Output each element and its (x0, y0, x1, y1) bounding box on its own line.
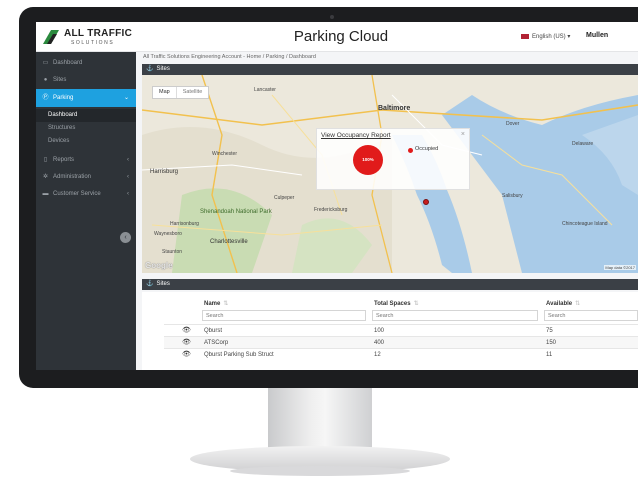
eye-icon[interactable]: 👁 (182, 349, 191, 361)
folder-icon: ▬ (42, 191, 49, 197)
sidebar-item-sites[interactable]: ● Sites (36, 72, 136, 89)
monitor-shadow (230, 466, 410, 476)
parking-icon: Ⓟ (42, 95, 49, 101)
map-label-winchester: Winchester (212, 151, 237, 157)
logo-subtitle: SOLUTIONS (71, 40, 115, 46)
gear-icon: ✲ (42, 174, 49, 180)
globe-icon: ● (43, 77, 48, 83)
sidebar-item-parking[interactable]: Ⓟ Parking ⌄ (36, 89, 136, 107)
cell-available: 11 (546, 352, 553, 358)
total-spaces-search-input[interactable] (372, 310, 538, 321)
sidebar-collapse-button[interactable]: ‹ (120, 232, 131, 243)
table-row[interactable]: 👁 ATSCorp 400 150 (164, 336, 638, 348)
available-search-input[interactable] (544, 310, 638, 321)
cell-total-spaces: 12 (374, 352, 381, 358)
occupied-legend-dot (408, 148, 413, 153)
map-label-staunton: Staunton (162, 249, 182, 255)
occupancy-popup: View Occupancy Report × 100% Occupied (316, 128, 470, 190)
sidebar-item-label: Dashboard (53, 60, 83, 66)
map-type-toggle[interactable]: Map Satellite (152, 86, 210, 99)
top-bar: ALL TRAFFIC SOLUTIONS Parking Cloud Engl… (36, 22, 638, 52)
map-label-salisbury: Salisbury (502, 193, 523, 199)
map-label-charlottesville: Charlottesville (210, 239, 248, 245)
sort-icon: ⇅ (575, 301, 581, 307)
table-row[interactable]: 👁 Qburst 100 75 (164, 324, 638, 336)
map-view-button[interactable]: Map (153, 87, 176, 98)
map-panel-title: Sites (156, 66, 170, 72)
column-header-label: Total Spaces (374, 301, 411, 307)
cell-name: Qburst Parking Sub Struct (204, 352, 274, 358)
app-screen: ALL TRAFFIC SOLUTIONS Parking Cloud Engl… (36, 22, 638, 370)
occupancy-circle[interactable]: 100% (353, 145, 383, 175)
map-label-shenandoah: Shenandoah National Park (200, 209, 273, 215)
map-label-harrisburg: Harrisburg (150, 169, 178, 175)
map-data-attribution[interactable]: Map data ©2017 (604, 265, 636, 270)
brand-logo[interactable]: ALL TRAFFIC SOLUTIONS (42, 27, 134, 49)
map-label-dover: Dover (506, 121, 520, 127)
language-selector[interactable]: English (US) ▾ (521, 33, 570, 40)
file-icon: ▯ (43, 157, 48, 163)
camera-icon (330, 15, 334, 19)
sites-table: Name⇅ Total Spaces⇅ Available⇅ 👁 Qburst … (142, 292, 638, 370)
language-label: English (US) ▾ (532, 34, 571, 40)
close-icon[interactable]: × (461, 131, 465, 138)
leaf-logo-icon (43, 30, 59, 44)
app-title: Parking Cloud (293, 28, 389, 45)
sidebar-item-label: Reports (53, 157, 75, 163)
map-label-culpeper: Culpeper (274, 195, 295, 201)
map-label-fredericksburg: Fredericksburg (314, 207, 348, 213)
column-header-available[interactable]: Available ⇅ (546, 300, 580, 307)
map-label-harrisonburg: Harrisonburg (170, 221, 199, 227)
table-row[interactable]: 👁 Qburst Parking Sub Struct 12 11 (164, 348, 638, 360)
sites-panel-header: ⚓ Sites (142, 279, 638, 290)
sitemap-icon: ⚓ (146, 66, 154, 72)
sidebar-item-label: Parking (53, 95, 74, 101)
chevron-left-icon: ‹ (127, 174, 129, 180)
sort-icon: ⇅ (223, 301, 229, 307)
sort-icon: ⇅ (413, 301, 419, 307)
map-panel-header: ⚓ Sites (142, 64, 638, 75)
sites-map[interactable]: Baltimore Dover Harrisburg Shenandoah Na… (142, 75, 638, 273)
sidebar-item-label: Sites (53, 77, 67, 83)
map-label-waynesboro: Waynesboro (154, 231, 182, 237)
column-header-total-spaces[interactable]: Total Spaces ⇅ (374, 300, 419, 307)
map-label-chincoteague: Chincoteague Island (562, 221, 608, 227)
view-occupancy-report-link[interactable]: View Occupancy Report (321, 132, 391, 139)
chevron-left-icon: ‹ (127, 157, 129, 163)
sidebar: ▭ Dashboard ● Sites Ⓟ Parking ⌄ Dashboard S… (36, 52, 136, 370)
map-label-delaware: Delaware (572, 141, 593, 147)
sidebar-item-label: Administration (53, 174, 92, 180)
logo-title: ALL TRAFFIC (64, 28, 133, 39)
site-marker[interactable] (423, 199, 429, 205)
breadcrumb[interactable]: All Traffic Solutions Engineering Accoun… (143, 54, 316, 60)
chevron-down-icon: ⌄ (123, 95, 129, 101)
map-label-lancaster: Lancaster (254, 87, 276, 93)
monitor-icon: ▭ (42, 60, 49, 66)
google-logo: Google (145, 261, 173, 270)
sidebar-subitem-structures[interactable]: Structures (36, 122, 136, 135)
column-header-name[interactable]: Name ⇅ (204, 300, 228, 307)
column-header-label: Available (546, 301, 573, 307)
sidebar-item-label: Customer Service (53, 191, 101, 197)
sites-panel-title: Sites (156, 281, 170, 287)
occupied-legend-label: Occupied (415, 146, 439, 152)
column-header-label: Name (204, 301, 221, 307)
sidebar-subitem-devices[interactable]: Devices (36, 135, 136, 148)
sidebar-item-reports[interactable]: ▯ Reports ‹ (36, 152, 136, 169)
monitor-stand (268, 388, 372, 452)
sidebar-item-dashboard[interactable]: ▭ Dashboard (36, 55, 136, 72)
us-flag-icon (521, 33, 529, 39)
user-menu[interactable]: Mullen (586, 32, 608, 39)
sidebar-subitem-dashboard[interactable]: Dashboard (36, 109, 136, 122)
sitemap-icon: ⚓ (146, 281, 154, 287)
name-search-input[interactable] (202, 310, 366, 321)
sidebar-item-administration[interactable]: ✲ Administration ‹ (36, 169, 136, 186)
sidebar-item-customer-service[interactable]: ▬ Customer Service ‹ (36, 186, 136, 203)
chevron-left-icon: ‹ (127, 191, 129, 197)
map-label-baltimore: Baltimore (378, 105, 410, 112)
satellite-view-button[interactable]: Satellite (175, 87, 209, 98)
monitor-mockup: ALL TRAFFIC SOLUTIONS Parking Cloud Engl… (0, 0, 638, 486)
